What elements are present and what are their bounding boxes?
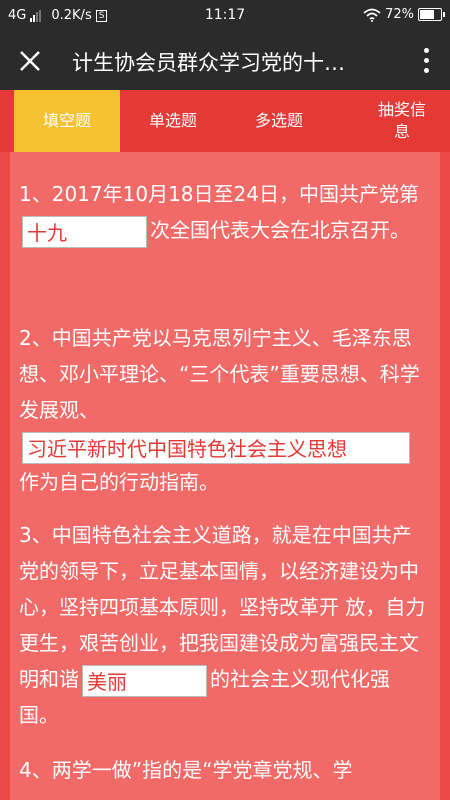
question-3-answer-input[interactable] [82, 664, 207, 697]
tab-bar: 填空题 单选题 多选题 抽奖信 息 [0, 90, 450, 152]
tab-multiple-choice[interactable]: 多选题 [226, 90, 332, 152]
status-bar: 4G 0.2K/s S 11:17 72% [0, 0, 450, 32]
close-icon [20, 51, 40, 71]
wifi-icon [363, 8, 381, 22]
more-dots-icon [423, 48, 429, 53]
quiz-page: 填空题 单选题 多选题 抽奖信 息 1、2017年10月18日至24日，中国共产… [0, 90, 450, 800]
question-4-prefix: 4、两学一做”指的是“学党章党规、学 [19, 758, 353, 782]
tab-lottery-info[interactable]: 抽奖信 息 [372, 90, 432, 152]
question-3: 3、中国特色社会主义道路，就是在中国共产党的领导下，立足基本国情，以经济建设为中… [19, 517, 429, 733]
question-1-answer-input[interactable] [22, 215, 147, 248]
question-2: 2、中国共产党以马克思列宁主义、毛泽东思想、邓小平理论、“三个代表”重要思想、科… [19, 320, 429, 500]
question-2-prefix: 2、中国共产党以马克思列宁主义、毛泽东思想、邓小平理论、“三个代表”重要思想、科… [19, 326, 420, 422]
tab-fill-blank[interactable]: 填空题 [14, 90, 120, 152]
question-3-prefix: 3、中国特色社会主义道路，就是在中国共产党的领导下，立足基本国情，以经济建设为中… [19, 523, 426, 691]
question-4: 4、两学一做”指的是“学党章党规、学 [19, 752, 429, 788]
question-2-answer-input[interactable] [22, 431, 410, 464]
battery-percent: 72% [385, 7, 414, 22]
more-options-button[interactable] [420, 45, 432, 77]
question-1-prefix: 1、2017年10月18日至24日，中国共产党第 [19, 182, 419, 206]
close-button[interactable] [10, 41, 50, 81]
question-list: 1、2017年10月18日至24日，中国共产党第次全国代表大会在北京召开。 2、… [10, 152, 440, 800]
question-1: 1、2017年10月18日至24日，中国共产党第次全国代表大会在北京召开。 [19, 176, 429, 248]
status-right: 72% [363, 7, 445, 22]
title-bar: 计生协会员群众学习党的十… [0, 32, 450, 90]
tab-single-choice[interactable]: 单选题 [120, 90, 226, 152]
question-2-suffix: 作为自己的行动指南。 [19, 470, 219, 494]
page-title: 计生协会员群众学习党的十… [72, 51, 345, 75]
battery-icon [418, 8, 445, 21]
question-1-suffix: 次全国代表大会在北京召开。 [150, 218, 410, 242]
